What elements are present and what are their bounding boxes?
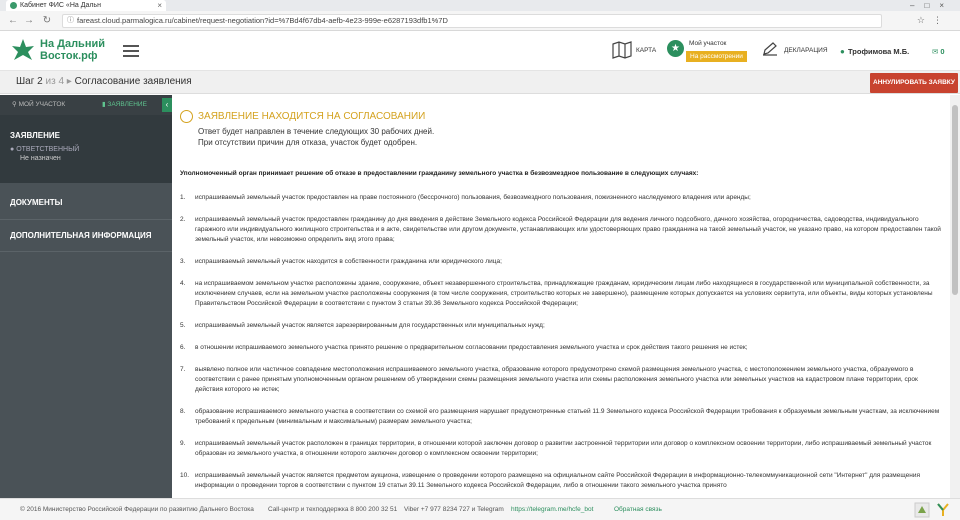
close-tab-icon[interactable]: × — [157, 0, 162, 11]
list-item: 2. испрашиваемый земельный участок предос… — [180, 216, 941, 243]
map-icon[interactable] — [612, 41, 632, 59]
back-icon[interactable]: ← — [6, 14, 20, 28]
sidebar-application-section[interactable]: ЗАЯВЛЕНИЕ ● ОТВЕТСТВЕННЫЙ Не назначен — [0, 115, 172, 183]
reload-icon[interactable]: ↻ — [40, 14, 54, 28]
url-input[interactable]: ⓘ fareast.cloud.parmalogica.ru/cabinet/r… — [62, 14, 882, 28]
browser-tab[interactable]: Кабинет ФИС «На Дальн × — [6, 0, 166, 11]
step-title: Согласование заявления — [74, 76, 192, 87]
list-item: 9. испрашиваемый земельный участок распол… — [180, 440, 932, 457]
myplot-link[interactable]: Мой участок — [689, 40, 726, 47]
sidebar-divider — [0, 251, 172, 252]
step-word: Шаг — [16, 76, 35, 87]
responsible-value: Не назначен — [20, 155, 61, 162]
browser-tab-bar: Кабинет ФИС «На Дальн × –□× — [0, 0, 960, 11]
map-pin-icon: ⚲ — [12, 101, 17, 108]
tab-myplot-label: МОЙ УЧАСТОК — [18, 101, 66, 108]
feedback-link[interactable]: Обратная связь — [614, 499, 662, 520]
messages-count: 0 — [940, 47, 945, 56]
step-current: 2 — [37, 76, 43, 87]
responsible-label: ● ОТВЕТСТВЕННЫЙ — [10, 146, 80, 153]
messages-counter[interactable]: ✉ 0 — [932, 47, 945, 56]
map-link[interactable]: КАРТА — [636, 39, 656, 63]
step-bar: Шаг 2 из 4 ▸ Согласование заявления АННУ… — [0, 71, 960, 94]
browser-actions[interactable]: ☆⋮ — [917, 15, 950, 26]
scrollbar-thumb[interactable] — [952, 105, 958, 295]
logo-icon[interactable] — [10, 37, 36, 63]
list-item: 4. на испрашиваемом земельном участке рас… — [180, 280, 933, 307]
tab-application-label: ЗАЯВЛЕНИЕ — [107, 101, 147, 108]
status-badge: На рассмотрении — [686, 51, 747, 62]
list-item: 3. испрашиваемый земельный участок находи… — [180, 258, 502, 265]
user-icon: ● — [840, 47, 845, 56]
list-item: 6. в отношении испрашиваемого земельного … — [180, 344, 748, 351]
list-item: 1. испрашиваемый земельный участок предос… — [180, 194, 751, 201]
pen-icon[interactable] — [762, 42, 778, 56]
sidebar-item-documents[interactable]: ДОКУМЕНТЫ — [0, 193, 172, 213]
partner-logo-icon — [937, 503, 949, 516]
footer-copyright: © 2016 Министерство Российской Федерации… — [20, 506, 254, 513]
logo-text[interactable]: На Дальний Восток.рф — [40, 38, 105, 62]
arrow-right-icon: ▸ — [66, 76, 72, 87]
window-controls[interactable]: –□× — [910, 0, 954, 11]
logo-line2: Восток.рф — [40, 50, 98, 62]
tab-application[interactable]: ▮ ЗАЯВЛЕНИЕ — [102, 95, 147, 115]
main-scrollbar[interactable] — [950, 95, 960, 498]
person-icon: ● — [10, 146, 15, 153]
tab-myplot[interactable]: ⚲ МОЙ УЧАСТОК — [12, 95, 65, 115]
list-item: 7. выявлено полное или частичное совпаден… — [180, 366, 918, 393]
cancel-application-button[interactable]: АННУЛИРОВАТЬ ЗАЯВКУ — [870, 73, 958, 93]
declaration-link[interactable]: ДЕКЛАРАЦИЯ — [784, 39, 828, 63]
refusal-intro: Уполномоченный орган принимает решение о… — [180, 170, 699, 177]
address-bar: ← → ↻ ⓘ fareast.cloud.parmalogica.ru/cab… — [0, 11, 960, 31]
document-icon: ▮ — [102, 101, 106, 108]
footer-messengers: Viber +7 977 8234 727 и Telegram — [404, 506, 504, 513]
sidebar-additional-section[interactable]: ДОПОЛНИТЕЛЬНАЯ ИНФОРМАЦИЯ — [0, 226, 172, 246]
list-item: 5. испрашиваемый земельный участок являет… — [180, 322, 545, 329]
notice-line1: Ответ будет направлен в течение следующи… — [198, 127, 435, 136]
notice-line2: При отсутствии причин для отказа, участо… — [198, 138, 418, 147]
step-indicator: Шаг 2 из 4 ▸ Согласование заявления — [16, 76, 192, 87]
footer: © 2016 Министерство Российской Федерации… — [0, 498, 960, 520]
notice-title: ЗАЯВЛЕНИЕ НАХОДИТСЯ НА СОГЛАСОВАНИИ — [198, 111, 426, 122]
clock-icon — [180, 110, 193, 123]
main-content: ЗАЯВЛЕНИЕ НАХОДИТСЯ НА СОГЛАСОВАНИИ Отве… — [172, 95, 950, 498]
sidebar: ⚲ МОЙ УЧАСТОК ▮ ЗАЯВЛЕНИЕ ‹ ЗАЯВЛЕНИЕ ● … — [0, 95, 172, 498]
sidebar-documents-section[interactable]: ДОКУМЕНТЫ — [0, 193, 172, 213]
sidebar-tabs: ⚲ МОЙ УЧАСТОК ▮ ЗАЯВЛЕНИЕ ‹ — [0, 95, 172, 115]
favicon-icon — [10, 2, 17, 9]
url-text: fareast.cloud.parmalogica.ru/cabinet/req… — [77, 16, 448, 25]
forward-icon[interactable]: → — [22, 14, 36, 28]
step-of: из 4 — [45, 76, 65, 87]
telegram-link[interactable]: https://telegram.me/hcfe_bot — [511, 499, 593, 520]
list-item: 8. образование испрашиваемого земельного … — [180, 408, 940, 425]
page-info-icon[interactable]: ⓘ — [67, 15, 74, 27]
star-icon[interactable]: ★ — [667, 40, 684, 57]
menu-icon[interactable] — [123, 45, 139, 57]
sidebar-divider — [0, 219, 172, 220]
footer-callcenter: Call-центр и техподдержка 8 800 200 32 5… — [268, 506, 398, 513]
sidebar-item-additional[interactable]: ДОПОЛНИТЕЛЬНАЯ ИНФОРМАЦИЯ — [0, 226, 172, 246]
browser-tab-title: Кабинет ФИС «На Дальн — [20, 2, 101, 9]
sidebar-item-application[interactable]: ЗАЯВЛЕНИЕ — [0, 115, 172, 140]
refusal-reasons-list: 1. испрашиваемый земельный участок предос… — [180, 193, 942, 498]
logo-line1: На Дальний — [40, 38, 105, 50]
ministry-logo-icon — [914, 502, 930, 518]
list-item: 10. испрашиваемый земельный участок являе… — [180, 472, 920, 489]
app-header: На Дальний Восток.рф КАРТА ★ Мой участок… — [0, 31, 960, 71]
collapse-sidebar-icon[interactable]: ‹ — [162, 98, 172, 112]
user-name[interactable]: Трофимова М.Б. — [848, 47, 909, 56]
